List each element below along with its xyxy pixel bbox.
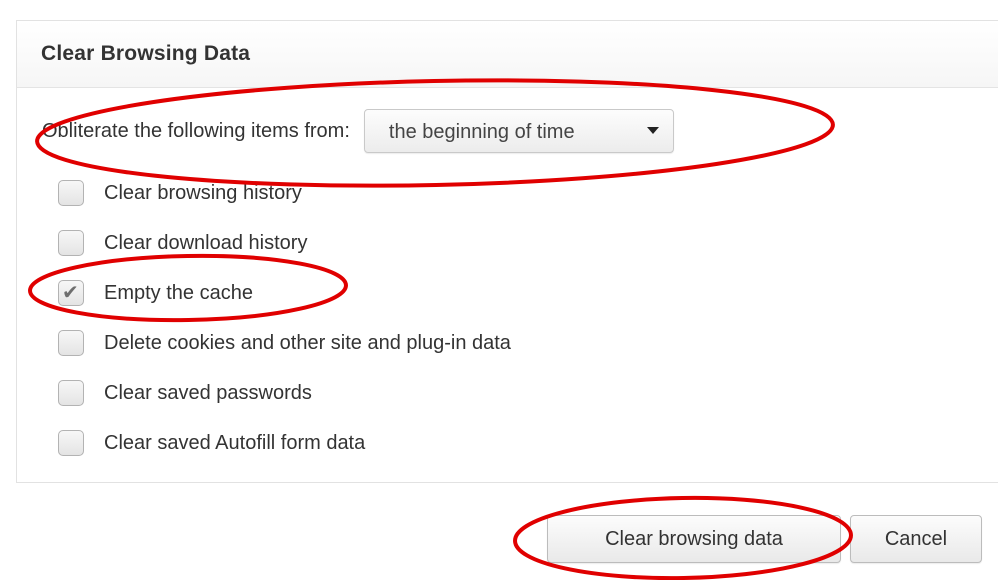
dropdown-arrow-icon (646, 127, 659, 134)
clear-browsing-data-button[interactable]: Clear browsing data (547, 515, 841, 563)
option-clear-passwords[interactable]: Clear saved passwords (58, 368, 511, 418)
checkmark-icon: ✔ (62, 282, 79, 304)
time-range-row: Obliterate the following items from: the… (42, 108, 674, 154)
passwords-checkbox[interactable] (58, 380, 84, 406)
dialog-header: Clear Browsing Data (16, 20, 998, 88)
clear-browsing-data-dialog: Clear Browsing Data Obliterate the follo… (0, 0, 998, 581)
option-delete-cookies[interactable]: Delete cookies and other site and plug-i… (58, 318, 511, 368)
download-history-checkbox[interactable] (58, 230, 84, 256)
empty-cache-checkbox[interactable]: ✔ (58, 280, 84, 306)
option-label: Delete cookies and other site and plug-i… (104, 331, 511, 354)
option-clear-browsing-history[interactable]: Clear browsing history (58, 168, 511, 218)
autofill-checkbox[interactable] (58, 430, 84, 456)
option-label: Clear saved Autofill form data (104, 431, 366, 454)
clear-options-list: Clear browsing history Clear download hi… (58, 168, 511, 468)
browsing-history-checkbox[interactable] (58, 180, 84, 206)
cancel-button[interactable]: Cancel (850, 515, 982, 563)
time-range-select[interactable]: the beginning of time (363, 109, 674, 153)
cookies-checkbox[interactable] (58, 330, 84, 356)
option-label: Clear download history (104, 231, 308, 254)
option-clear-autofill[interactable]: Clear saved Autofill form data (58, 418, 511, 468)
time-range-label: Obliterate the following items from: (42, 119, 350, 142)
option-empty-cache[interactable]: ✔ Empty the cache (58, 268, 511, 318)
option-label: Empty the cache (104, 281, 253, 304)
option-label: Clear saved passwords (104, 381, 312, 404)
option-label: Clear browsing history (104, 181, 302, 204)
dialog-footer: Clear browsing data Cancel (16, 482, 998, 581)
time-range-selected-value: the beginning of time (388, 121, 575, 143)
option-clear-download-history[interactable]: Clear download history (58, 218, 511, 268)
dialog-title: Clear Browsing Data (41, 42, 251, 65)
